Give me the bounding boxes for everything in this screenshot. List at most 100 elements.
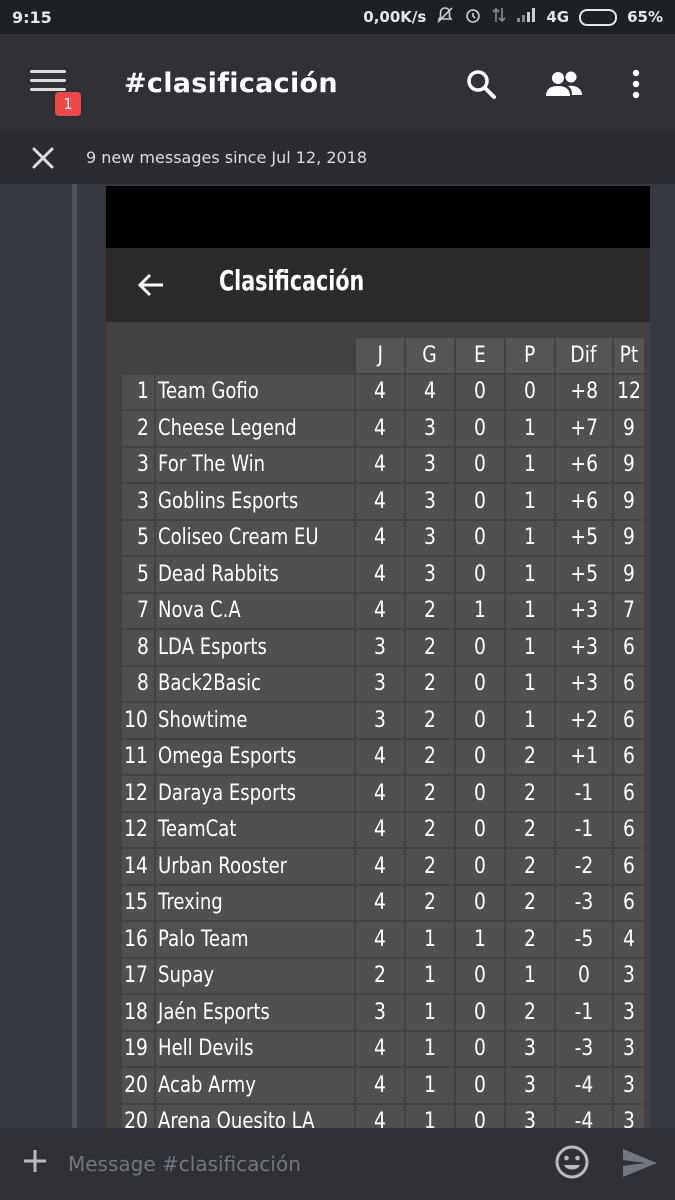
table-row: 12 TeamCat 4 2 0 2 -1 6 — [122, 812, 644, 847]
stat-cell-g: 2 — [405, 703, 454, 738]
stat-cell-j: 4 — [355, 593, 404, 628]
stat-cell-pt: 3 — [613, 958, 644, 993]
stat-cell-j: 4 — [355, 520, 404, 555]
stat-cell-pt: 9 — [613, 484, 644, 519]
stat-cell-e: 1 — [455, 593, 504, 628]
close-icon — [32, 147, 54, 169]
stat-cell-j: 4 — [355, 812, 404, 847]
rank-cell: 3 — [122, 447, 154, 482]
notification-badge: 1 — [55, 92, 81, 116]
stat-cell-p: 3 — [505, 1104, 554, 1128]
stat-cell-dif: -1 — [555, 995, 612, 1030]
signal-icon — [516, 7, 536, 27]
stat-cell-e: 0 — [455, 484, 504, 519]
stat-cell-pt: 3 — [613, 1031, 644, 1066]
stat-cell-p: 2 — [505, 885, 554, 920]
message-list[interactable]: Clasificación J G E P Dif Pt 1Team Gofi — [0, 184, 675, 1128]
stat-cell-p: 1 — [505, 411, 554, 446]
mute-icon — [436, 6, 454, 28]
rank-cell: 18 — [122, 995, 154, 1030]
stat-cell-j: 4 — [355, 1068, 404, 1103]
rank-cell: 12 — [122, 812, 154, 847]
image-status-strip — [106, 186, 650, 248]
stat-cell-j: 4 — [355, 922, 404, 957]
team-name-cell: Acab Army — [156, 1068, 354, 1103]
team-name-cell: Coliseo Cream EU — [156, 520, 354, 555]
table-row: 16 Palo Team 4 1 1 2 -5 4 — [122, 922, 644, 957]
search-button[interactable] — [461, 64, 501, 104]
net-speed: 0,00K/s — [363, 8, 427, 26]
rank-cell: 2 — [122, 411, 154, 446]
search-icon — [467, 70, 496, 99]
stat-cell-e: 0 — [455, 1068, 504, 1103]
stat-cell-g: 3 — [405, 520, 454, 555]
rank-cell: 17 — [122, 958, 154, 993]
emoji-button[interactable] — [554, 1144, 590, 1180]
team-name-cell: Trexing — [156, 885, 354, 920]
column-header: E — [455, 338, 504, 373]
stat-cell-p: 2 — [505, 739, 554, 774]
team-name-cell: Nova C.A — [156, 593, 354, 628]
stat-cell-dif: -3 — [555, 885, 612, 920]
stat-cell-p: 1 — [505, 703, 554, 738]
stat-cell-p: 1 — [505, 666, 554, 701]
stat-cell-e: 0 — [455, 411, 504, 446]
send-button[interactable] — [620, 1146, 660, 1180]
alarm-icon — [464, 6, 482, 28]
stat-cell-j: 3 — [355, 703, 404, 738]
stat-cell-e: 0 — [455, 374, 504, 409]
stat-cell-g: 1 — [405, 958, 454, 993]
column-header: J — [355, 338, 404, 373]
more-options-button[interactable] — [616, 64, 656, 104]
stat-cell-p: 1 — [505, 593, 554, 628]
rank-cell: 10 — [122, 703, 154, 738]
status-indicators: 0,00K/s 4G 65% — [363, 6, 663, 28]
table-row: 8 Back2Basic 3 2 0 1 +3 6 — [122, 666, 644, 701]
stat-cell-e: 0 — [455, 958, 504, 993]
stat-cell-dif: -2 — [555, 849, 612, 884]
stat-cell-dif: +3 — [555, 630, 612, 665]
message-composer — [0, 1128, 675, 1200]
team-name-cell: LDA Esports — [156, 630, 354, 665]
app-root: 9:15 0,00K/s 4G 65% 1 #clasificación 9 n… — [0, 0, 675, 1200]
stat-cell-dif: +1 — [555, 739, 612, 774]
stat-cell-e: 0 — [455, 520, 504, 555]
new-messages-bar[interactable]: 9 new messages since Jul 12, 2018 — [0, 132, 675, 184]
data-transfer-icon — [492, 6, 506, 28]
stat-cell-p: 2 — [505, 849, 554, 884]
stat-cell-p: 2 — [505, 995, 554, 1030]
new-messages-text: 9 new messages since Jul 12, 2018 — [86, 148, 368, 167]
attached-image[interactable]: Clasificación J G E P Dif Pt 1Team Gofi — [106, 186, 650, 1128]
stat-cell-dif: +3 — [555, 666, 612, 701]
add-attachment-button[interactable] — [20, 1146, 50, 1176]
stat-cell-g: 3 — [405, 484, 454, 519]
stat-cell-p: 1 — [505, 958, 554, 993]
stat-cell-p: 2 — [505, 812, 554, 847]
stat-cell-p: 1 — [505, 447, 554, 482]
table-row: 12 Daraya Esports 4 2 0 2 -1 6 — [122, 776, 644, 811]
image-title: Clasificación — [219, 264, 365, 297]
dismiss-new-messages-button[interactable] — [30, 145, 56, 171]
table-row: 11 Omega Esports 4 2 0 2 +1 6 — [122, 739, 644, 774]
table-row: 18 Jaén Esports 3 1 0 2 -1 3 — [122, 995, 644, 1030]
team-name-cell: Supay — [156, 958, 354, 993]
rank-cell: 15 — [122, 885, 154, 920]
stat-cell-dif: +6 — [555, 447, 612, 482]
stat-cell-g: 1 — [405, 1031, 454, 1066]
members-button[interactable] — [544, 64, 584, 104]
stat-cell-dif: -3 — [555, 1031, 612, 1066]
stat-cell-pt: 6 — [613, 776, 644, 811]
stat-cell-e: 0 — [455, 703, 504, 738]
message-input[interactable] — [68, 1148, 528, 1180]
team-name-cell: TeamCat — [156, 812, 354, 847]
channel-header: 1 #clasificación — [0, 34, 675, 132]
stat-cell-j: 4 — [355, 411, 404, 446]
table-row: 14 Urban Rooster 4 2 0 2 -2 6 — [122, 849, 644, 884]
stat-cell-g: 3 — [405, 411, 454, 446]
column-header: Pt — [613, 338, 644, 373]
stat-cell-dif: +7 — [555, 411, 612, 446]
table-row: 5 Dead Rabbits 4 3 0 1 +5 9 — [122, 557, 644, 592]
stat-cell-j: 3 — [355, 630, 404, 665]
members-icon — [546, 71, 582, 96]
stat-cell-e: 0 — [455, 666, 504, 701]
